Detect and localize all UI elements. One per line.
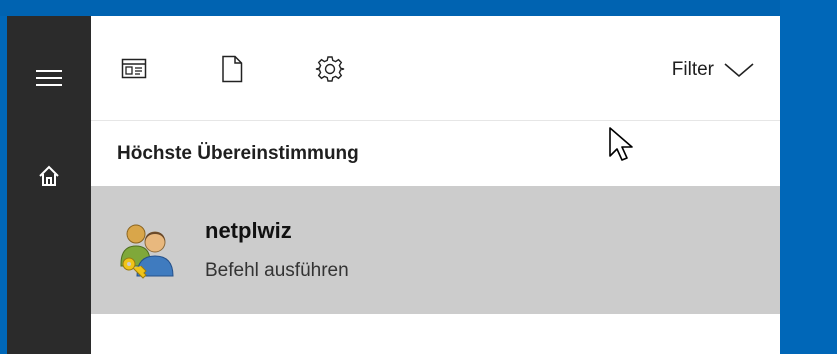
result-title: netplwiz — [205, 218, 292, 243]
best-match-heading: Höchste Übereinstimmung — [117, 143, 359, 164]
filter-label: Filter — [671, 59, 714, 80]
chevron-down-icon — [724, 63, 754, 78]
document-icon — [222, 55, 243, 83]
start-rail — [7, 16, 91, 354]
toolbar-divider — [91, 120, 780, 121]
apps-icon — [121, 58, 147, 79]
start-search-window: Filter Höchste Übereinstimmung netplwiz … — [0, 0, 837, 354]
best-match-result[interactable]: netplwiz Befehl ausführen — [91, 186, 780, 314]
settings-icon — [315, 56, 345, 82]
home-button[interactable] — [7, 148, 91, 204]
hamburger-menu-button[interactable] — [7, 50, 91, 106]
desktop-background — [780, 0, 837, 354]
desktop-top-strip — [0, 0, 837, 16]
users-key-icon — [120, 224, 174, 279]
home-icon — [39, 165, 59, 186]
settings-scope-button[interactable] — [315, 54, 345, 84]
apps-scope-button[interactable] — [119, 54, 149, 84]
filter-dropdown[interactable]: Filter — [672, 56, 754, 84]
hamburger-icon — [36, 70, 62, 86]
search-panel: Filter Höchste Übereinstimmung netplwiz … — [91, 16, 780, 354]
documents-scope-button[interactable] — [217, 54, 247, 84]
result-subtitle: Befehl ausführen — [205, 260, 349, 281]
scope-toolbar: Filter — [91, 16, 780, 120]
